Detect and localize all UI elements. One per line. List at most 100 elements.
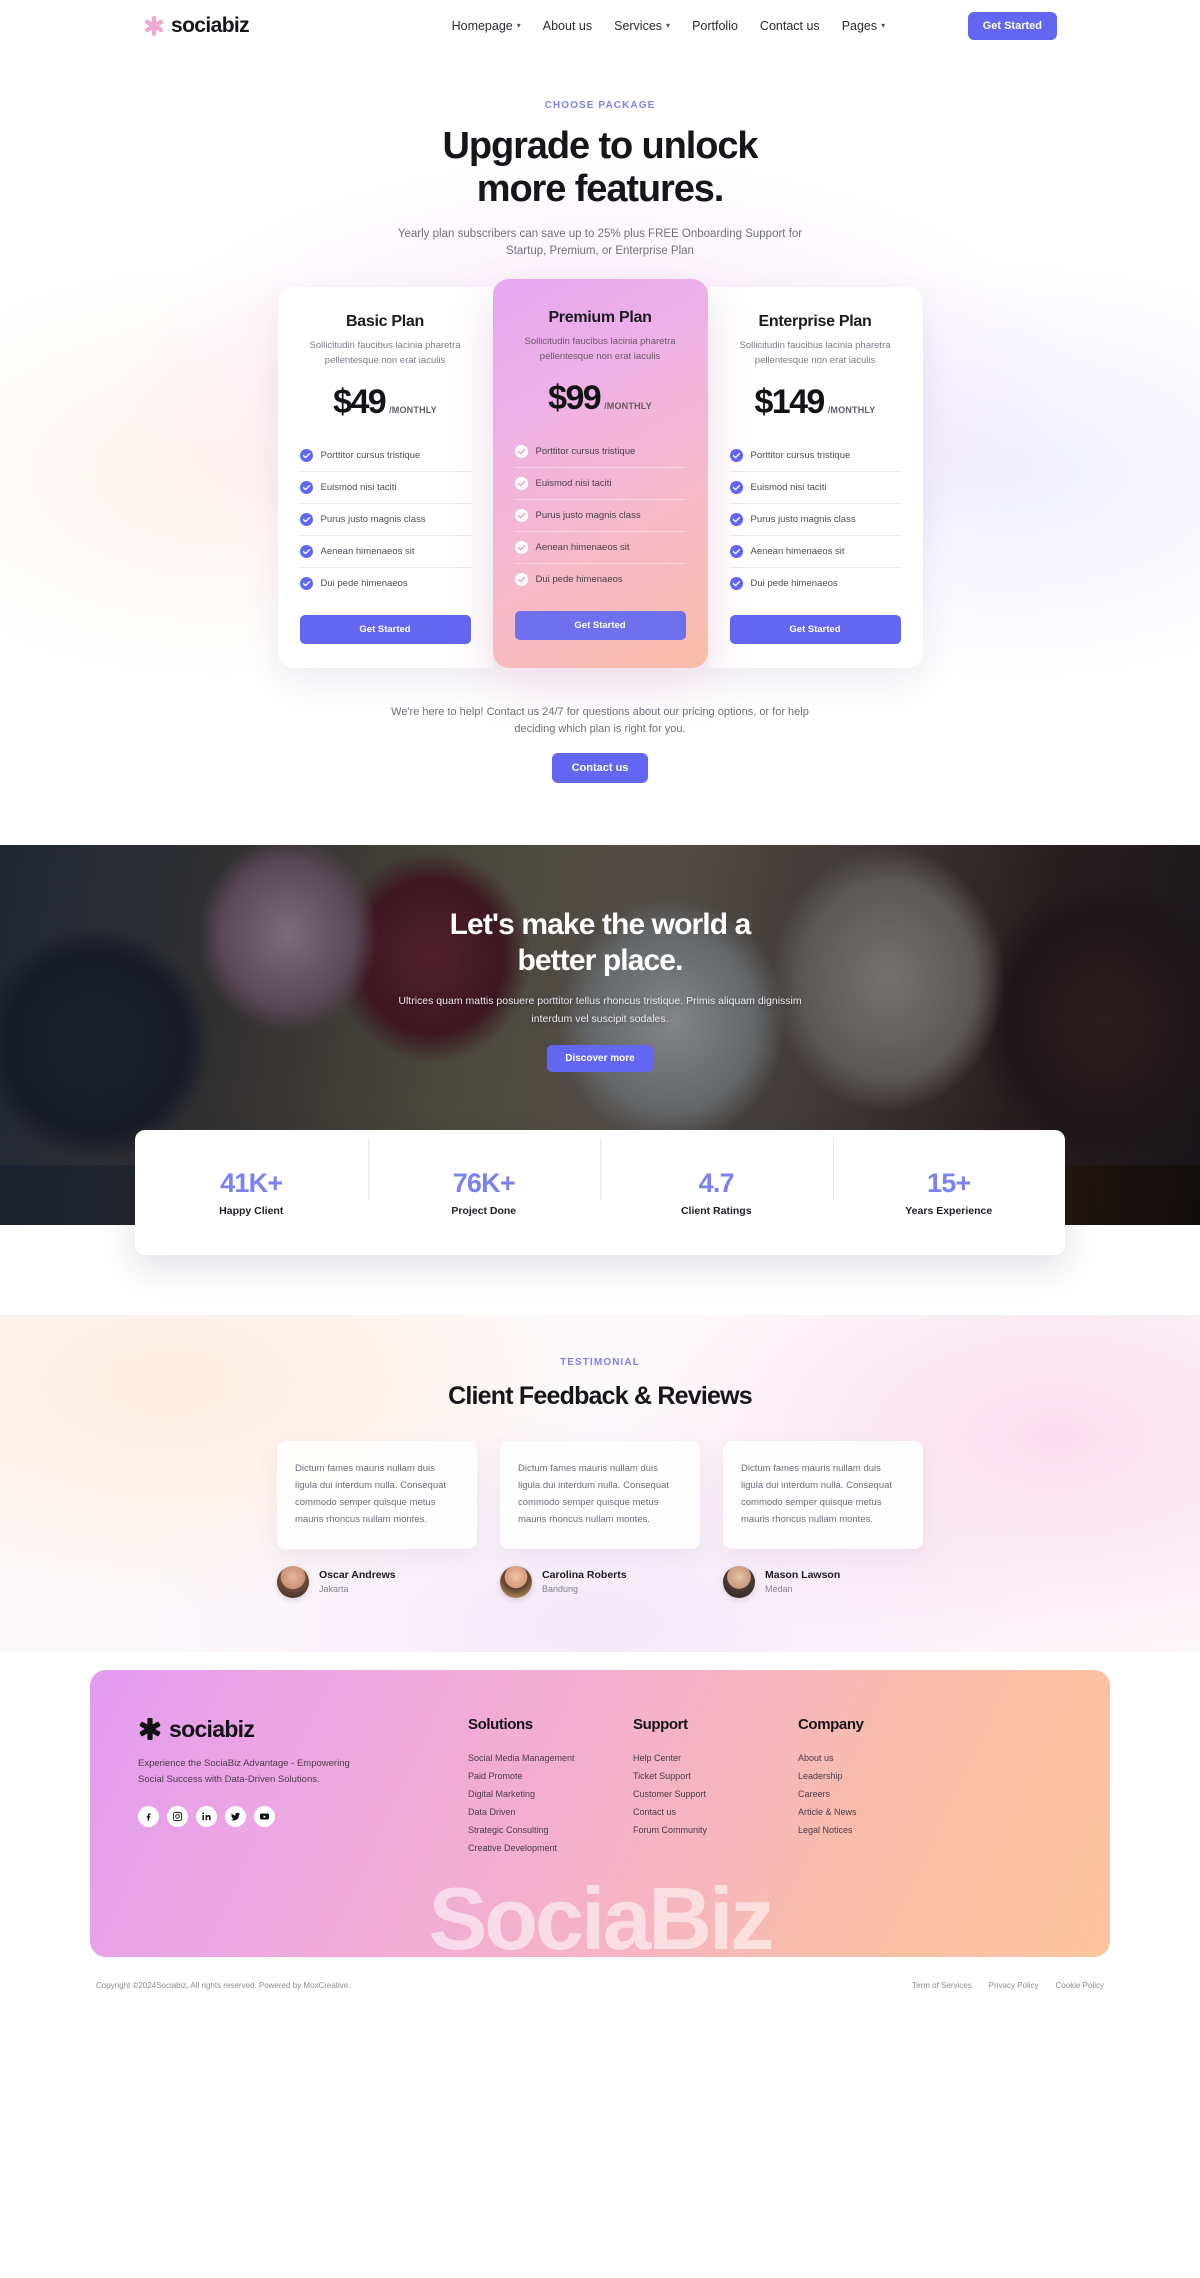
nav-item-contact-us[interactable]: Contact us <box>760 19 820 33</box>
author-city: Jakarta <box>319 1584 349 1594</box>
check-circle-icon <box>299 448 313 462</box>
stats-card: 41K+ Happy Client 76K+ Project Done 4.7 … <box>135 1129 1066 1255</box>
pricing-card-premium: Premium Plan Sollicitudin faucibus lacin… <box>492 279 708 668</box>
header-get-started-button[interactable]: Get Started <box>967 12 1057 40</box>
plan-price-row: $99 /MONTHLY <box>515 379 686 418</box>
footer-link[interactable]: About us <box>798 1749 864 1767</box>
check-circle-icon <box>729 448 743 462</box>
nav-item-homepage[interactable]: Homepage ▾ <box>452 19 521 33</box>
author-name: Oscar Andrews <box>319 1569 396 1581</box>
avatar <box>723 1565 755 1598</box>
footer-link[interactable]: Data Driven <box>468 1803 633 1821</box>
plan-get-started-button[interactable]: Get Started <box>729 614 901 644</box>
testimonial-card: Dictum fames mauris nullam duis ligula d… <box>277 1440 477 1549</box>
plan-description: Sollicitudin faucibus lacinia pharetra p… <box>739 340 891 366</box>
testimonial-quote: Dictum fames mauris nullam duis ligula d… <box>518 1462 670 1525</box>
footer-link[interactable]: Creative Development <box>468 1839 633 1857</box>
footer-column-company: Company About us Leadership Careers Arti… <box>798 1716 864 1857</box>
facebook-icon[interactable] <box>138 1805 159 1827</box>
footer-link[interactable]: Article & News <box>798 1803 864 1821</box>
social-links <box>138 1805 468 1827</box>
asterisk-star-icon <box>144 15 164 37</box>
feature-item: Dui pede himenaeos <box>514 564 686 595</box>
footer-column-solutions: Solutions Social Media Management Paid P… <box>468 1716 633 1857</box>
footer-link[interactable]: Ticket Support <box>633 1767 798 1785</box>
contact-us-button[interactable]: Contact us <box>551 752 649 783</box>
footer-link[interactable]: Paid Promote <box>468 1767 633 1785</box>
banner-title-line-1: Let's make the world a <box>449 907 752 941</box>
feature-label: Purus justo magnis class <box>750 513 856 525</box>
feature-item: Porttitor cursus tristique <box>514 436 686 468</box>
footer-logo[interactable]: sociabiz <box>138 1716 468 1743</box>
testimonial-author: Oscar Andrews Jakarta <box>277 1565 477 1598</box>
site-logo[interactable]: sociabiz <box>143 14 250 38</box>
author-city: Medan <box>765 1584 793 1594</box>
avatar <box>500 1565 532 1598</box>
pricing-subtitle: Yearly plan subscribers can save up to 2… <box>397 227 803 258</box>
testimonial-author: Mason Lawson Medan <box>723 1565 923 1598</box>
instagram-icon[interactable] <box>167 1805 188 1827</box>
footer-link[interactable]: Digital Marketing <box>468 1785 633 1803</box>
youtube-icon[interactable] <box>254 1805 275 1827</box>
page-title: Upgrade to unlock more features. <box>0 125 1200 212</box>
linkedin-icon[interactable] <box>196 1805 217 1827</box>
feature-label: Dui pede himenaeos <box>750 577 838 589</box>
discover-more-button[interactable]: Discover more <box>547 1044 653 1072</box>
footer-link[interactable]: Leadership <box>798 1767 864 1785</box>
twitter-icon[interactable] <box>225 1805 246 1827</box>
footer-link[interactable]: Strategic Consulting <box>468 1821 633 1839</box>
legal-link-privacy[interactable]: Privacy Policy <box>989 1981 1039 1990</box>
footer-link[interactable]: Legal Notices <box>798 1821 864 1839</box>
nav-item-pages[interactable]: Pages ▾ <box>842 19 885 33</box>
footer-link[interactable]: Social Media Management <box>468 1749 633 1767</box>
testimonial-card: Dictum fames mauris nullam duis ligula d… <box>723 1440 923 1549</box>
plan-period: /MONTHLY <box>604 400 652 411</box>
nav-item-services[interactable]: Services ▾ <box>614 19 670 33</box>
footer-columns: sociabiz Experience the SociaBiz Advanta… <box>138 1716 1062 1857</box>
stat-value: 76K+ <box>452 1167 516 1198</box>
pricing-section: CHOOSE PACKAGE Upgrade to unlock more fe… <box>0 52 1200 845</box>
plan-price: $49 <box>333 382 387 421</box>
nav-item-about-us[interactable]: About us <box>543 19 592 33</box>
avatar <box>277 1565 309 1598</box>
chevron-down-icon: ▾ <box>666 21 671 30</box>
feature-label: Purus justo magnis class <box>535 509 641 521</box>
footer-brand: sociabiz Experience the SociaBiz Advanta… <box>138 1716 468 1857</box>
pricing-card-basic: Basic Plan Sollicitudin faucibus lacinia… <box>277 287 493 668</box>
stat-label: Project Done <box>451 1204 517 1217</box>
stat-years-experience: 15+ Years Experience <box>832 1137 1066 1217</box>
check-circle-icon <box>299 544 313 558</box>
footer-link[interactable]: Forum Community <box>633 1821 798 1839</box>
testimonial-cards: Dictum fames mauris nullam duis ligula d… <box>0 1440 1200 1549</box>
check-circle-icon <box>729 544 743 558</box>
plan-price: $149 <box>754 382 825 421</box>
feature-item: Aenean himenaeos sit <box>299 536 471 568</box>
footer-link[interactable]: Careers <box>798 1785 864 1803</box>
legal-link-terms[interactable]: Term of Services <box>912 1981 972 1990</box>
footer-link-list: Help Center Ticket Support Customer Supp… <box>633 1749 798 1839</box>
footer-link[interactable]: Contact us <box>633 1803 798 1821</box>
plan-price: $99 <box>548 378 602 417</box>
testimonial-card: Dictum fames mauris nullam duis ligula d… <box>500 1440 700 1549</box>
footer-link[interactable]: Customer Support <box>633 1785 798 1803</box>
legal-link-cookie[interactable]: Cookie Policy <box>1056 1981 1104 1990</box>
title-line-1: Upgrade to unlock <box>442 125 759 167</box>
stat-value: 41K+ <box>220 1167 283 1198</box>
footer-card: sociabiz Experience the SociaBiz Advanta… <box>90 1669 1110 1957</box>
plan-features: Porttitor cursus tristique Euismod nisi … <box>729 440 901 599</box>
testimonial-author: Carolina Roberts Bandung <box>500 1565 700 1598</box>
footer-link[interactable]: Help Center <box>633 1749 798 1767</box>
nav-item-portfolio[interactable]: Portfolio <box>692 19 738 33</box>
feature-item: Dui pede himenaeos <box>299 568 471 599</box>
chevron-down-icon: ▾ <box>881 21 886 30</box>
feature-item: Euismod nisi taciti <box>729 472 901 504</box>
plan-name: Premium Plan <box>548 309 652 327</box>
legal-links: Term of Services Privacy Policy Cookie P… <box>912 1981 1104 1990</box>
footer-column-title: Solutions <box>468 1715 533 1733</box>
feature-label: Porttitor cursus tristique <box>320 449 421 461</box>
feature-item: Euismod nisi taciti <box>514 468 686 500</box>
plan-get-started-button[interactable]: Get Started <box>514 610 686 640</box>
plan-get-started-button[interactable]: Get Started <box>299 614 471 644</box>
testimonial-title: Client Feedback & Reviews <box>448 1381 753 1410</box>
footer-link-list: Social Media Management Paid Promote Dig… <box>468 1749 633 1857</box>
